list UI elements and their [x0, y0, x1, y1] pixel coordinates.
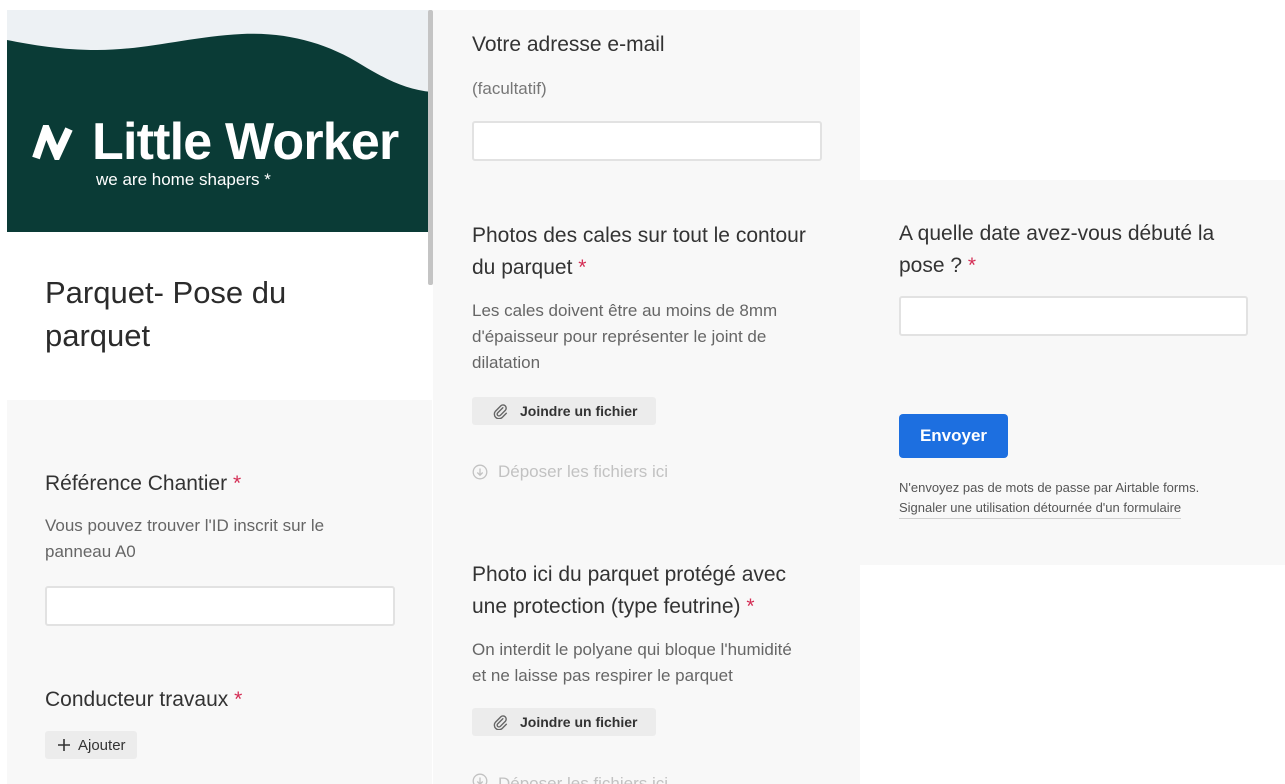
password-warning-notice: N'envoyez pas de mots de passe par Airta…: [899, 480, 1200, 495]
photo-protection-label: Photo ici du parquet protégé avec une pr…: [472, 559, 817, 623]
email-optional-hint: (facultatif): [472, 79, 547, 98]
photo-protection-attach-button[interactable]: Joindre un fichier: [472, 708, 656, 736]
photos-cales-drop-zone[interactable]: Déposer les fichiers ici: [472, 461, 668, 483]
form-section-left: Référence Chantier * Vous pouvez trouver…: [7, 400, 432, 784]
reference-chantier-label: Référence Chantier *: [45, 468, 241, 500]
left-panel: Little Worker we are home shapers * Parq…: [7, 10, 432, 784]
reference-chantier-input[interactable]: [45, 586, 395, 626]
conducteur-travaux-label: Conducteur travaux *: [45, 684, 242, 716]
field-label-text: Photo ici du parquet protégé avec une pr…: [472, 563, 787, 618]
date-debut-label: A quelle date avez-vous débuté la pose ?…: [899, 218, 1244, 282]
required-mark: *: [234, 688, 243, 711]
attach-button-label: Joindre un fichier: [520, 403, 638, 419]
page-title: Parquet- Pose du parquet: [45, 275, 287, 353]
photo-protection-drop-zone[interactable]: Déposer les fichiers ici: [472, 773, 668, 784]
report-abuse-link[interactable]: Signaler une utilisation détournée d'un …: [899, 498, 1182, 519]
arrow-down-circle-icon: [472, 464, 488, 480]
submit-button[interactable]: Envoyer: [899, 414, 1008, 458]
date-debut-input[interactable]: [899, 296, 1248, 336]
paperclip-icon: [493, 714, 508, 730]
brand-tagline: we are home shapers *: [96, 170, 271, 189]
photos-cales-label: Photos des cales sur tout le contour du …: [472, 220, 817, 284]
field-label-text: Référence Chantier: [45, 472, 228, 495]
drop-zone-label: Déposer les fichiers ici: [498, 774, 669, 784]
drop-zone-label: Déposer les fichiers ici: [498, 462, 669, 481]
brand-logo-icon: [32, 125, 73, 160]
middle-panel: Votre adresse e-mail (facultatif) Photos…: [433, 10, 860, 784]
form-title-area: Parquet- Pose du parquet: [7, 232, 432, 400]
brand-name: Little Worker: [92, 113, 399, 171]
plus-icon: [57, 738, 71, 752]
field-label-text: Conducteur travaux: [45, 688, 229, 711]
add-conducteur-button[interactable]: Ajouter: [45, 731, 137, 759]
email-label: Votre adresse e-mail: [472, 33, 665, 56]
field-label-text: A quelle date avez-vous débuté la pose ?: [899, 222, 1215, 277]
required-mark: *: [232, 472, 242, 495]
email-input[interactable]: [472, 121, 822, 161]
reference-chantier-description: Vous pouvez trouver l'ID inscrit sur le …: [45, 516, 325, 561]
required-mark: *: [967, 254, 977, 277]
field-label-text: Photos des cales sur tout le contour du …: [472, 224, 806, 279]
add-button-label: Ajouter: [78, 736, 126, 754]
attach-button-label: Joindre un fichier: [520, 714, 638, 730]
photos-cales-description: Les cales doivent être au moins de 8mm d…: [472, 301, 778, 372]
photo-protection-description: On interdit le polyane qui bloque l'humi…: [472, 640, 792, 685]
arrow-down-circle-icon: [472, 773, 488, 784]
required-mark: *: [578, 256, 587, 279]
right-panel: A quelle date avez-vous débuté la pose ?…: [860, 180, 1285, 565]
photos-cales-attach-button[interactable]: Joindre un fichier: [472, 397, 656, 425]
paperclip-icon: [493, 403, 508, 419]
required-mark: *: [746, 595, 755, 618]
brand-header: Little Worker we are home shapers *: [7, 10, 432, 232]
